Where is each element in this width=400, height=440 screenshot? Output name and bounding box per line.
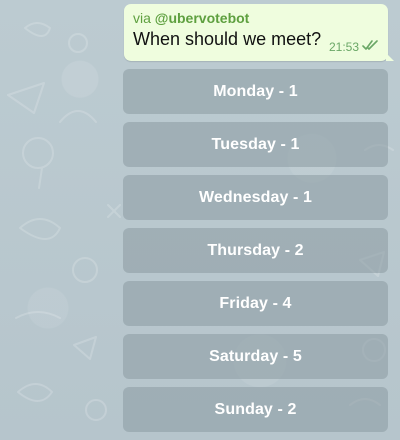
vote-option-monday-button[interactable]: Monday - 1 xyxy=(123,69,388,114)
vote-option-wednesday-button[interactable]: Wednesday - 1 xyxy=(123,175,388,220)
via-label: via xyxy=(133,10,155,26)
vote-option-label: Tuesday - 1 xyxy=(211,135,300,153)
vote-option-sunday-button[interactable]: Sunday - 2 xyxy=(123,387,388,432)
vote-option-label: Friday - 4 xyxy=(219,294,292,312)
bot-username[interactable]: @ubervotebot xyxy=(155,10,250,26)
inline-keyboard: Monday - 1 Tuesday - 1 Wednesday - 1 Thu… xyxy=(123,69,388,440)
vote-option-label: Thursday - 2 xyxy=(207,241,304,259)
vote-option-label: Monday - 1 xyxy=(213,82,298,100)
vote-option-tuesday-button[interactable]: Tuesday - 1 xyxy=(123,122,388,167)
message-bubble: via @ubervotebot When should we meet? 21… xyxy=(124,4,394,61)
vote-option-label: Sunday - 2 xyxy=(214,400,297,418)
message-meta: 21:53 xyxy=(329,40,379,54)
vote-option-saturday-button[interactable]: Saturday - 5 xyxy=(123,334,388,379)
vote-option-friday-button[interactable]: Friday - 4 xyxy=(123,281,388,326)
message-time: 21:53 xyxy=(328,40,359,54)
vote-option-label: Wednesday - 1 xyxy=(198,188,313,206)
via-bot-line[interactable]: via @ubervotebot xyxy=(133,9,378,27)
double-check-icon xyxy=(362,40,379,54)
vote-option-thursday-button[interactable]: Thursday - 2 xyxy=(123,228,388,273)
vote-option-label: Saturday - 5 xyxy=(209,347,302,365)
